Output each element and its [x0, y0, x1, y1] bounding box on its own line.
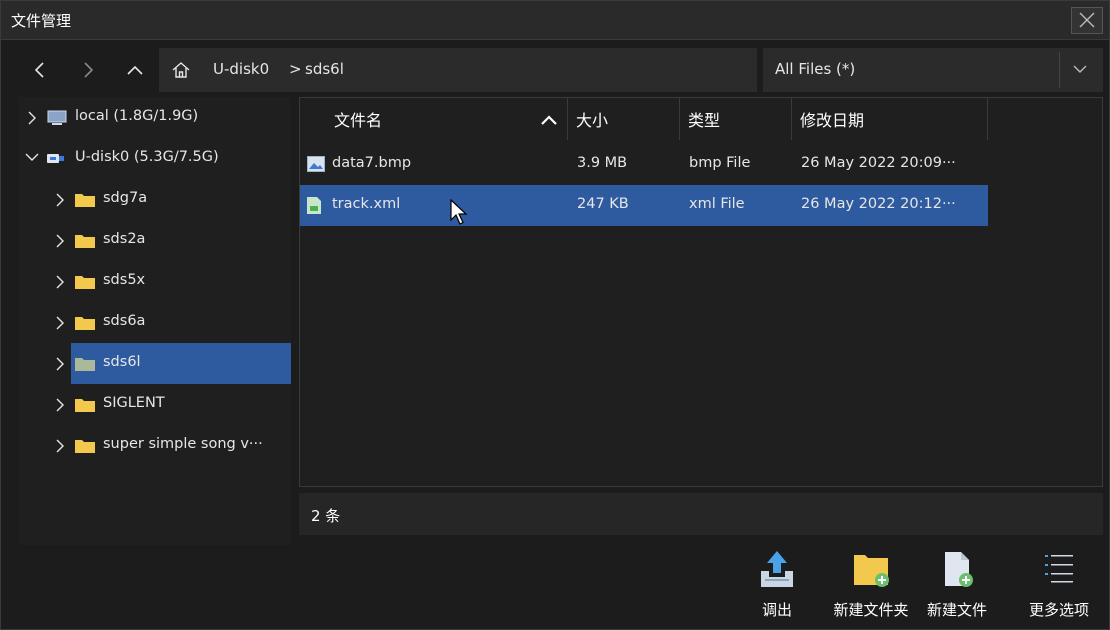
chevron-right-icon[interactable] — [55, 357, 65, 371]
column-header-label: 文件名 — [334, 111, 383, 130]
sort-ascending-icon[interactable] — [540, 114, 558, 126]
file-type: xml File — [689, 196, 745, 212]
folder-icon — [75, 358, 95, 371]
folder-icon — [75, 194, 95, 207]
tree-item-label: super simple song v··· — [103, 436, 263, 452]
tree-item-label: sds5x — [103, 272, 146, 288]
chevron-down-icon[interactable] — [25, 152, 39, 162]
folder-icon — [75, 317, 95, 330]
new-folder-button[interactable]: 新建文件夹 — [831, 549, 911, 625]
chevron-right-icon[interactable] — [55, 275, 65, 289]
chevron-right-icon[interactable] — [55, 234, 65, 248]
image-file-icon — [307, 156, 325, 172]
tree-item-siglent[interactable]: SIGLENT — [19, 384, 291, 425]
new-file-button[interactable]: 新建文件 — [917, 549, 997, 625]
folder-icon — [75, 440, 95, 453]
tree-item-sds6l[interactable]: sds6l — [19, 343, 291, 384]
file-list: 文件名 大小 类型 修改日期 data7.bmp 3.9 MB bmp File… — [299, 97, 1103, 487]
tree-item-sds5x[interactable]: sds5x — [19, 261, 291, 302]
chevron-right-icon[interactable] — [55, 398, 65, 412]
chevron-right-icon[interactable] — [27, 111, 37, 125]
column-header-label: 类型 — [688, 111, 721, 130]
title-bar: 文件管理 — [1, 1, 1109, 40]
action-label: 新建文件 — [926, 601, 987, 619]
navigation-bar: U-disk0 > sds6l All Files (*) — [1, 47, 1109, 93]
column-header-type[interactable]: 类型 — [680, 98, 792, 140]
file-name: data7.bmp — [332, 155, 412, 171]
tree-item-label: SIGLENT — [103, 395, 165, 411]
file-type: bmp File — [689, 155, 751, 171]
tree-item-label: sds2a — [103, 231, 146, 247]
folder-tree: local (1.8G/1.9G) U-disk0 (5.3G/7.5G) sd… — [19, 97, 291, 545]
action-label: 新建文件夹 — [833, 601, 909, 619]
file-size: 247 KB — [577, 196, 629, 212]
action-label: 调出 — [761, 601, 792, 619]
folder-icon — [75, 276, 95, 289]
forward-icon[interactable] — [77, 59, 99, 81]
load-icon — [761, 551, 793, 587]
path-bar[interactable]: U-disk0 > sds6l — [159, 48, 757, 92]
new-file-icon — [945, 552, 973, 587]
up-icon[interactable] — [124, 59, 146, 81]
file-type-filter[interactable]: All Files (*) — [763, 48, 1103, 92]
usb-icon — [47, 154, 64, 163]
tree-item-super-simple-song[interactable]: super simple song v··· — [19, 425, 291, 466]
column-header-date[interactable]: 修改日期 — [792, 98, 988, 140]
xml-file-icon — [307, 197, 321, 214]
chevron-down-icon[interactable] — [1073, 64, 1087, 74]
action-label: 更多选项 — [1028, 601, 1089, 619]
column-header-size[interactable]: 大小 — [568, 98, 680, 140]
file-row-track-xml[interactable]: track.xml 247 KB xml File 26 May 2022 20… — [300, 185, 988, 226]
tree-item-u-disk0[interactable]: U-disk0 (5.3G/7.5G) — [19, 138, 291, 179]
mouse-cursor-icon — [450, 199, 468, 225]
chevron-right-icon[interactable] — [55, 316, 65, 330]
breadcrumb-separator: > — [289, 60, 302, 78]
close-icon — [1079, 12, 1095, 28]
chevron-right-icon[interactable] — [55, 439, 65, 453]
column-header-name[interactable]: 文件名 — [300, 98, 568, 140]
tree-item-label: local (1.8G/1.9G) — [75, 108, 199, 124]
column-header-label: 大小 — [576, 111, 609, 130]
tree-item-local[interactable]: local (1.8G/1.9G) — [19, 97, 291, 138]
tree-item-label: sdg7a — [103, 190, 148, 206]
tree-item-sds2a[interactable]: sds2a — [19, 220, 291, 261]
file-row-data7-bmp[interactable]: data7.bmp 3.9 MB bmp File 26 May 2022 20… — [300, 144, 988, 185]
file-date: 26 May 2022 20:09··· — [801, 155, 956, 171]
home-icon[interactable] — [171, 60, 191, 80]
status-bar: 2 条 — [299, 493, 1103, 535]
item-count: 2 条 — [311, 507, 341, 525]
column-header-label: 修改日期 — [800, 111, 865, 130]
chevron-right-icon[interactable] — [55, 193, 65, 207]
tree-item-label: sds6l — [103, 354, 141, 370]
more-options-button[interactable]: 更多选项 — [1019, 549, 1099, 625]
file-manager-window: 文件管理 U-disk0 > sds6l All Files (*) local… — [0, 0, 1110, 630]
folder-icon — [75, 399, 95, 412]
window-title: 文件管理 — [11, 12, 72, 30]
file-size: 3.9 MB — [577, 155, 628, 171]
tree-item-label: U-disk0 (5.3G/7.5G) — [75, 149, 219, 165]
filter-value: All Files (*) — [775, 60, 856, 78]
back-icon[interactable] — [29, 59, 51, 81]
filter-divider — [1059, 52, 1060, 88]
file-name: track.xml — [332, 196, 401, 212]
breadcrumb-u-disk0[interactable]: U-disk0 — [213, 60, 269, 78]
drive-icon — [47, 110, 67, 125]
folder-icon — [75, 235, 95, 248]
new-folder-icon — [854, 555, 889, 587]
list-menu-icon — [1045, 555, 1073, 583]
close-button[interactable] — [1071, 7, 1103, 34]
tree-item-label: sds6a — [103, 313, 146, 329]
breadcrumb-sds6l[interactable]: sds6l — [305, 60, 344, 78]
tree-item-sds6a[interactable]: sds6a — [19, 302, 291, 343]
load-button[interactable]: 调出 — [737, 549, 817, 625]
file-date: 26 May 2022 20:12··· — [801, 196, 956, 212]
tree-item-sdg7a[interactable]: sdg7a — [19, 179, 291, 220]
